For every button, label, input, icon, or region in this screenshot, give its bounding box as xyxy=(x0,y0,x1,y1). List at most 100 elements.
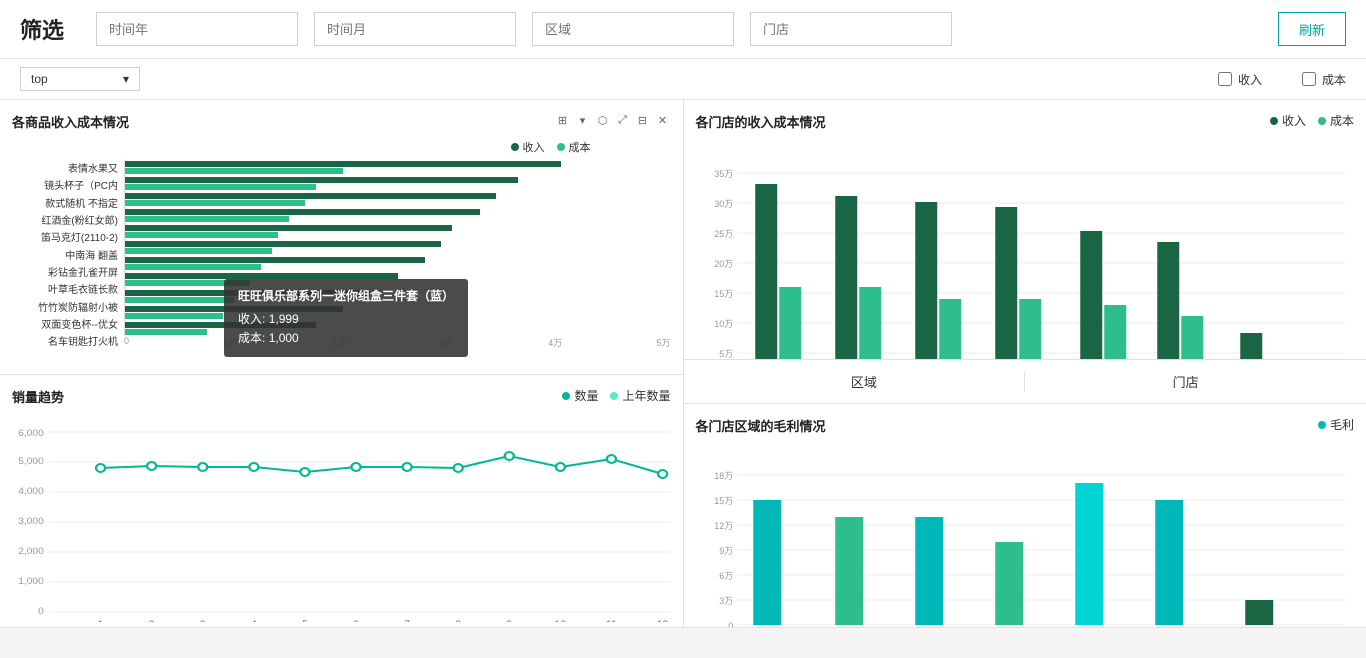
quantity-legend: 数量 xyxy=(562,387,598,404)
label-7: 叶草毛衣链长款 xyxy=(12,281,124,296)
cost-bar-5 xyxy=(125,248,272,254)
quantity-label: 数量 xyxy=(574,387,598,404)
s4-rev-bar xyxy=(995,207,1017,360)
dot-1 xyxy=(96,464,105,472)
dot-8 xyxy=(454,464,463,472)
sy-10: 10万 xyxy=(714,319,733,329)
revenue-bar-5 xyxy=(125,241,441,247)
close-icon[interactable]: ✕ xyxy=(655,112,671,128)
revenue-legend: 收入 xyxy=(511,139,545,155)
top-bar: top ▾ 收入 成本 xyxy=(0,59,1366,100)
hbar-bars-area: 0 1万 2万 3万 4万 5万 旺旺俱乐部系列一迷你组盒三件套（蓝） 收入: … xyxy=(124,159,671,349)
tooltip-cost-value: 1,000 xyxy=(269,331,299,345)
p1-bar xyxy=(753,500,781,625)
x-label-10: 10 xyxy=(555,620,566,622)
gross-profit-section: 各门店区域的毛利情况 毛利 18万 15万 12万 9万 6万 3万 0 xyxy=(684,404,1366,628)
dot-4 xyxy=(249,463,258,471)
bar-row-0 xyxy=(125,161,671,174)
p7-bar xyxy=(1245,600,1273,625)
region-tab-container: 区域 xyxy=(704,368,1025,395)
y-1000: 1,000 xyxy=(18,577,44,587)
label-10: 名车钥匙打火机 xyxy=(12,333,124,348)
dot-9 xyxy=(505,452,514,460)
revenue-checkbox-input[interactable] xyxy=(1218,72,1232,86)
profit-legend-item: 毛利 xyxy=(1318,416,1354,433)
hbar-chart: 表情水果又 镜头杯子（PC内 款式随机 不指定 红酒金(粉红女郎) 笛马克灯(2… xyxy=(12,159,671,349)
top-select[interactable]: top ▾ xyxy=(20,67,140,91)
py-0: 0 xyxy=(728,621,733,628)
cost-legend: 成本 xyxy=(557,139,591,155)
bar-row-4 xyxy=(125,225,671,238)
cost-bar-10 xyxy=(125,329,207,335)
cost-checkbox[interactable]: 成本 xyxy=(1302,71,1346,88)
dot-12 xyxy=(658,470,667,478)
revenue-label: 收入 xyxy=(1238,71,1262,88)
sy-35: 35万 xyxy=(714,169,733,179)
revenue-bar-6 xyxy=(125,257,425,263)
region-tab[interactable]: 区域 xyxy=(835,368,893,395)
menu-icon[interactable]: ⊟ xyxy=(635,112,651,128)
filter-icon[interactable]: ▾ xyxy=(575,112,591,128)
table-icon[interactable]: ⊞ xyxy=(555,112,571,128)
store-chart-title: 各门店的收入成本情况 xyxy=(696,112,1355,131)
dot-6 xyxy=(351,463,360,471)
y-4000: 4,000 xyxy=(18,487,44,497)
dot-11 xyxy=(607,455,616,463)
x-label-2: 2 xyxy=(149,620,155,622)
bar-row-6 xyxy=(125,257,671,270)
refresh-button[interactable]: 刷新 xyxy=(1278,12,1346,46)
region-filter[interactable] xyxy=(532,12,734,46)
label-3: 红酒金(粉红女郎) xyxy=(12,212,124,227)
tooltip-title: 旺旺俱乐部系列一迷你组盒三件套（蓝） xyxy=(238,287,454,306)
revenue-bar-4 xyxy=(125,225,452,231)
cost-bar-8 xyxy=(125,297,234,303)
year-filter[interactable] xyxy=(96,12,298,46)
store-rev-label: 收入 xyxy=(1282,112,1306,129)
cost-bar-2 xyxy=(125,200,305,206)
y-3000: 3,000 xyxy=(18,517,44,527)
py-6: 6万 xyxy=(719,571,733,581)
s6-rev-bar xyxy=(1157,242,1179,360)
y-0: 0 xyxy=(38,607,44,617)
y-2000: 2,000 xyxy=(18,547,44,557)
chevron-down-icon: ▾ xyxy=(123,72,129,86)
s2-rev-bar xyxy=(835,196,857,360)
sy-20: 20万 xyxy=(714,259,733,269)
revenue-bar-2 xyxy=(125,193,496,199)
dot-7 xyxy=(403,463,412,471)
chart-tooltip: 旺旺俱乐部系列一迷你组盒三件套（蓝） 收入: 1,999 成本: 1,000 xyxy=(224,279,468,357)
label-0: 表情水果又 xyxy=(12,160,124,175)
page-title: 筛选 xyxy=(20,13,80,45)
label-9: 双面变色杯--优女 xyxy=(12,316,124,331)
download-icon[interactable]: ⬡ xyxy=(595,112,611,128)
revenue-bar-1 xyxy=(125,177,518,183)
sales-trend-section: 销量趋势 数量 上年数量 6,000 5,000 4,000 3,000 2,0… xyxy=(0,375,683,628)
s4-cost-bar xyxy=(1019,299,1041,360)
p3-bar xyxy=(915,517,943,625)
quantity-dot xyxy=(562,392,570,400)
last-year-dot xyxy=(610,392,618,400)
main-content: 各商品收入成本情况 ⊞ ▾ ⬡ ⤢ ⊟ ✕ 收入 成本 xyxy=(0,100,1366,628)
expand-icon[interactable]: ⤢ xyxy=(615,112,631,128)
store-tab[interactable]: 门店 xyxy=(1157,368,1215,395)
cost-bar-6 xyxy=(125,264,261,270)
last-year-legend: 上年数量 xyxy=(610,387,670,404)
sy-25: 25万 xyxy=(714,229,733,239)
revenue-checkbox[interactable]: 收入 xyxy=(1218,71,1262,88)
label-5: 中南海 翻盖 xyxy=(12,247,124,262)
label-8: 竹竹炭防辐射小被 xyxy=(12,299,124,314)
bar-row-2 xyxy=(125,193,671,206)
store-filter[interactable] xyxy=(750,12,952,46)
x-label-12: 12 xyxy=(657,620,668,622)
cost-dot xyxy=(557,143,565,151)
p5-bar xyxy=(1075,483,1103,625)
profit-legend: 毛利 xyxy=(1318,416,1354,433)
s6-cost-bar xyxy=(1181,316,1203,360)
right-panel: 各门店的收入成本情况 收入 成本 35万 30万 25万 20万 15万 10万 xyxy=(684,100,1366,628)
cost-bar-1 xyxy=(125,184,316,190)
store-cost-label: 成本 xyxy=(1330,112,1354,129)
x-label-7: 7 xyxy=(404,620,410,622)
cost-checkbox-input[interactable] xyxy=(1302,72,1316,86)
s1-cost-bar xyxy=(779,287,801,360)
month-filter[interactable] xyxy=(314,12,516,46)
